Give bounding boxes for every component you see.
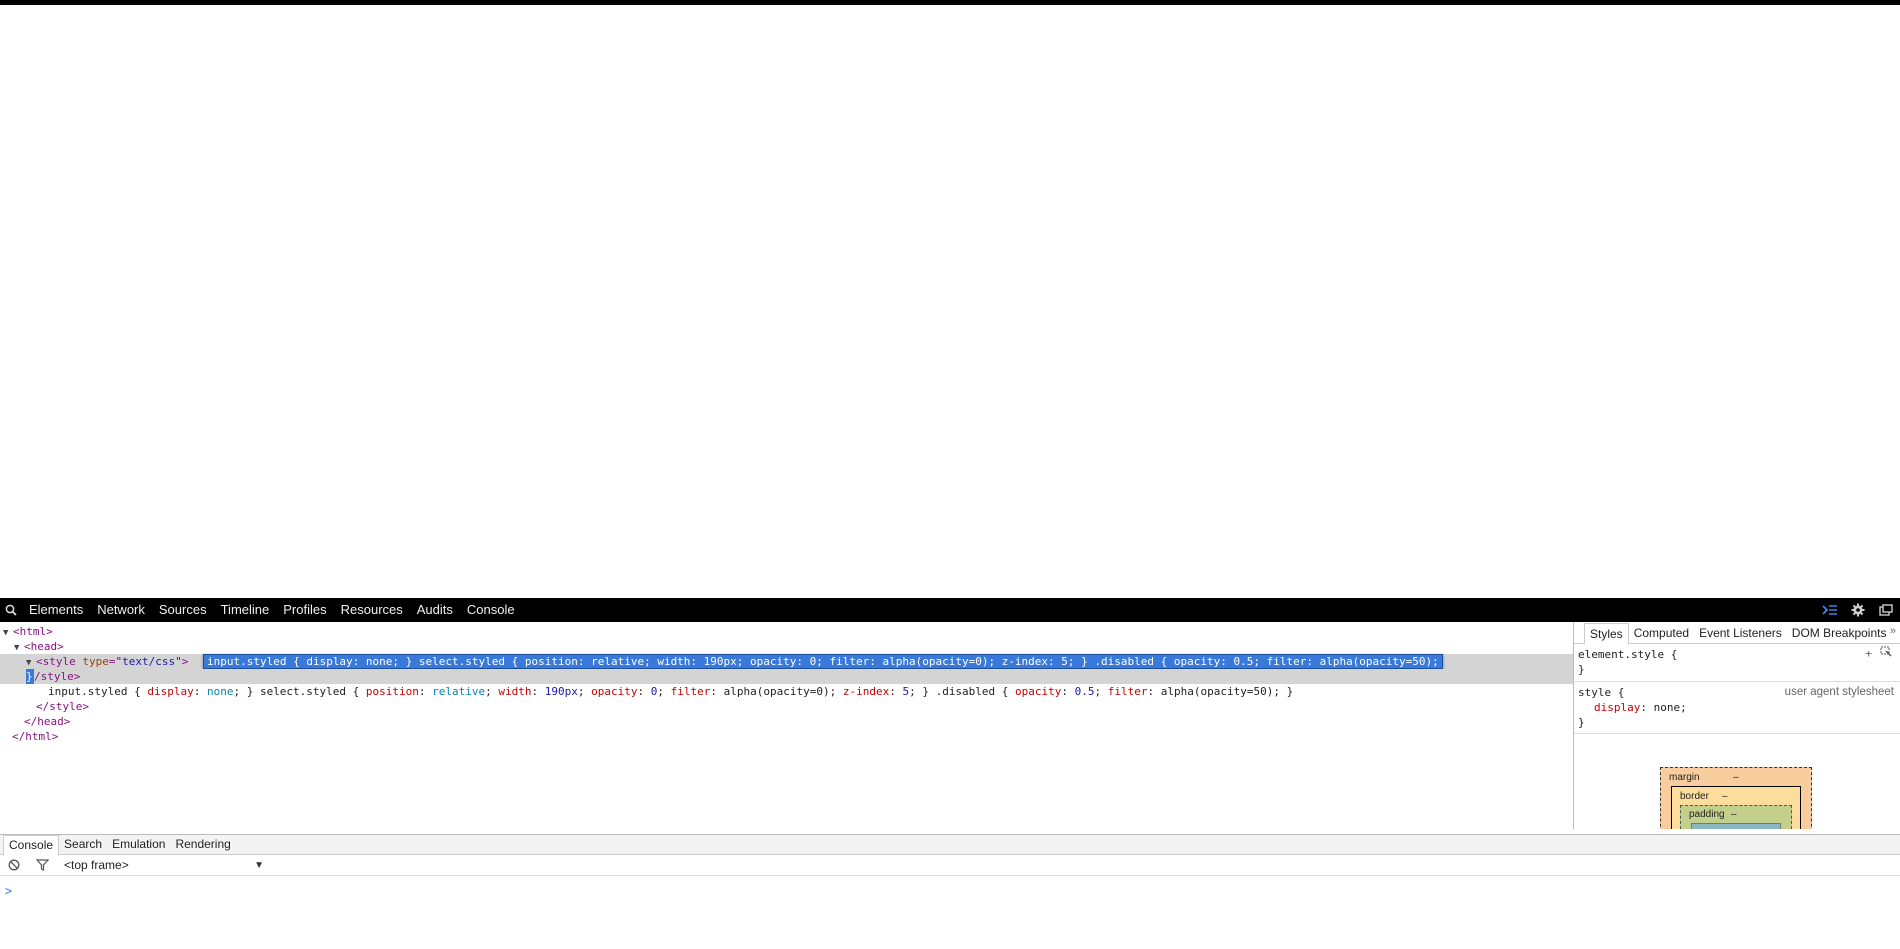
sidebar-tabs: Styles Computed Event Listeners DOM Brea… bbox=[1574, 622, 1900, 645]
tab-computed[interactable]: Computed bbox=[1629, 623, 1694, 643]
clear-console-icon[interactable] bbox=[0, 855, 28, 876]
edit-caret: } bbox=[26, 669, 34, 684]
style-text-node[interactable]: input.styled { display: none; } select.s… bbox=[0, 684, 1573, 699]
console-output[interactable]: > bbox=[0, 876, 1900, 949]
tab-audits[interactable]: Audits bbox=[410, 598, 460, 622]
tab-console[interactable]: Console bbox=[460, 598, 522, 622]
dom-node-html[interactable]: ▼ <html> bbox=[0, 624, 1573, 639]
rule-tools: + bbox=[1865, 646, 1892, 661]
elements-panel: ▼ <html> ▼ <head> ▼ <style type="text/css">… bbox=[0, 622, 1573, 852]
undock-window-icon[interactable] bbox=[1872, 598, 1900, 622]
toolbar-right-actions bbox=[1816, 598, 1900, 622]
tab-event-listeners[interactable]: Event Listeners bbox=[1694, 623, 1787, 643]
drawer-tabs: Console Search Emulation Rendering bbox=[0, 834, 1900, 856]
add-rule-icon[interactable]: + bbox=[1865, 646, 1872, 661]
console-prompt: > bbox=[5, 884, 13, 898]
tab-styles[interactable]: Styles bbox=[1584, 622, 1629, 645]
ua-style-rule[interactable]: style { display: none; } user agent styl… bbox=[1574, 682, 1900, 734]
dom-node-head[interactable]: ▼ <head> bbox=[0, 639, 1573, 654]
toggle-element-state-icon[interactable] bbox=[1880, 646, 1892, 661]
tab-sources[interactable]: Sources bbox=[152, 598, 214, 622]
drawer-tab-emulation[interactable]: Emulation bbox=[107, 835, 170, 854]
box-model-padding: padding – bbox=[1680, 805, 1792, 829]
frame-selector[interactable]: <top frame> ▼ bbox=[64, 858, 264, 872]
drawer-tab-console[interactable]: Console bbox=[3, 835, 60, 856]
show-drawer-icon[interactable] bbox=[1816, 598, 1844, 622]
dom-node-head-close[interactable]: </head> bbox=[0, 714, 1573, 729]
settings-gear-icon[interactable] bbox=[1844, 598, 1872, 622]
stylesheet-source: user agent stylesheet bbox=[1784, 686, 1894, 698]
dropdown-arrow-icon: ▼ bbox=[254, 859, 264, 871]
tab-network[interactable]: Network bbox=[90, 598, 152, 622]
dom-node-style-selected[interactable]: ▼ <style type="text/css"> input.styled { … bbox=[0, 654, 1573, 669]
box-model-diagram: margin – border – padding – bbox=[1660, 767, 1812, 829]
box-model-content bbox=[1691, 823, 1781, 829]
console-toolbar: <top frame> ▼ bbox=[0, 855, 1900, 876]
filter-icon[interactable] bbox=[28, 855, 56, 876]
dom-tree: ▼ <html> ▼ <head> ▼ <style type="text/css">… bbox=[0, 622, 1573, 817]
inline-text-editor[interactable]: input.styled { display: none; } select.s… bbox=[202, 654, 1443, 669]
tab-elements[interactable]: Elements bbox=[22, 598, 90, 622]
tab-timeline[interactable]: Timeline bbox=[214, 598, 277, 622]
tab-profiles[interactable]: Profiles bbox=[276, 598, 333, 622]
box-model-border: border – padding – bbox=[1671, 786, 1801, 829]
more-tabs-icon[interactable]: » bbox=[1890, 625, 1896, 637]
dom-node-style-close[interactable]: </style> bbox=[0, 699, 1573, 714]
element-style-rule[interactable]: element.style { } + bbox=[1574, 644, 1900, 682]
page-viewport bbox=[0, 5, 1900, 598]
styles-sidebar: Styles Computed Event Listeners DOM Brea… bbox=[1573, 622, 1900, 829]
dom-node-html-close[interactable]: </html> bbox=[0, 729, 1573, 744]
devtools-panel: Elements Network Sources Timeline Profil… bbox=[0, 598, 1900, 949]
tab-dom-breakpoints[interactable]: DOM Breakpoints bbox=[1787, 623, 1892, 643]
dom-node-style-close-editing[interactable]: }/style> bbox=[0, 669, 1573, 684]
inspect-search-icon[interactable] bbox=[0, 598, 22, 622]
drawer-tab-rendering[interactable]: Rendering bbox=[170, 835, 235, 854]
drawer-tab-search[interactable]: Search bbox=[59, 835, 107, 854]
tab-resources[interactable]: Resources bbox=[334, 598, 410, 622]
devtools-toolbar: Elements Network Sources Timeline Profil… bbox=[0, 598, 1900, 622]
